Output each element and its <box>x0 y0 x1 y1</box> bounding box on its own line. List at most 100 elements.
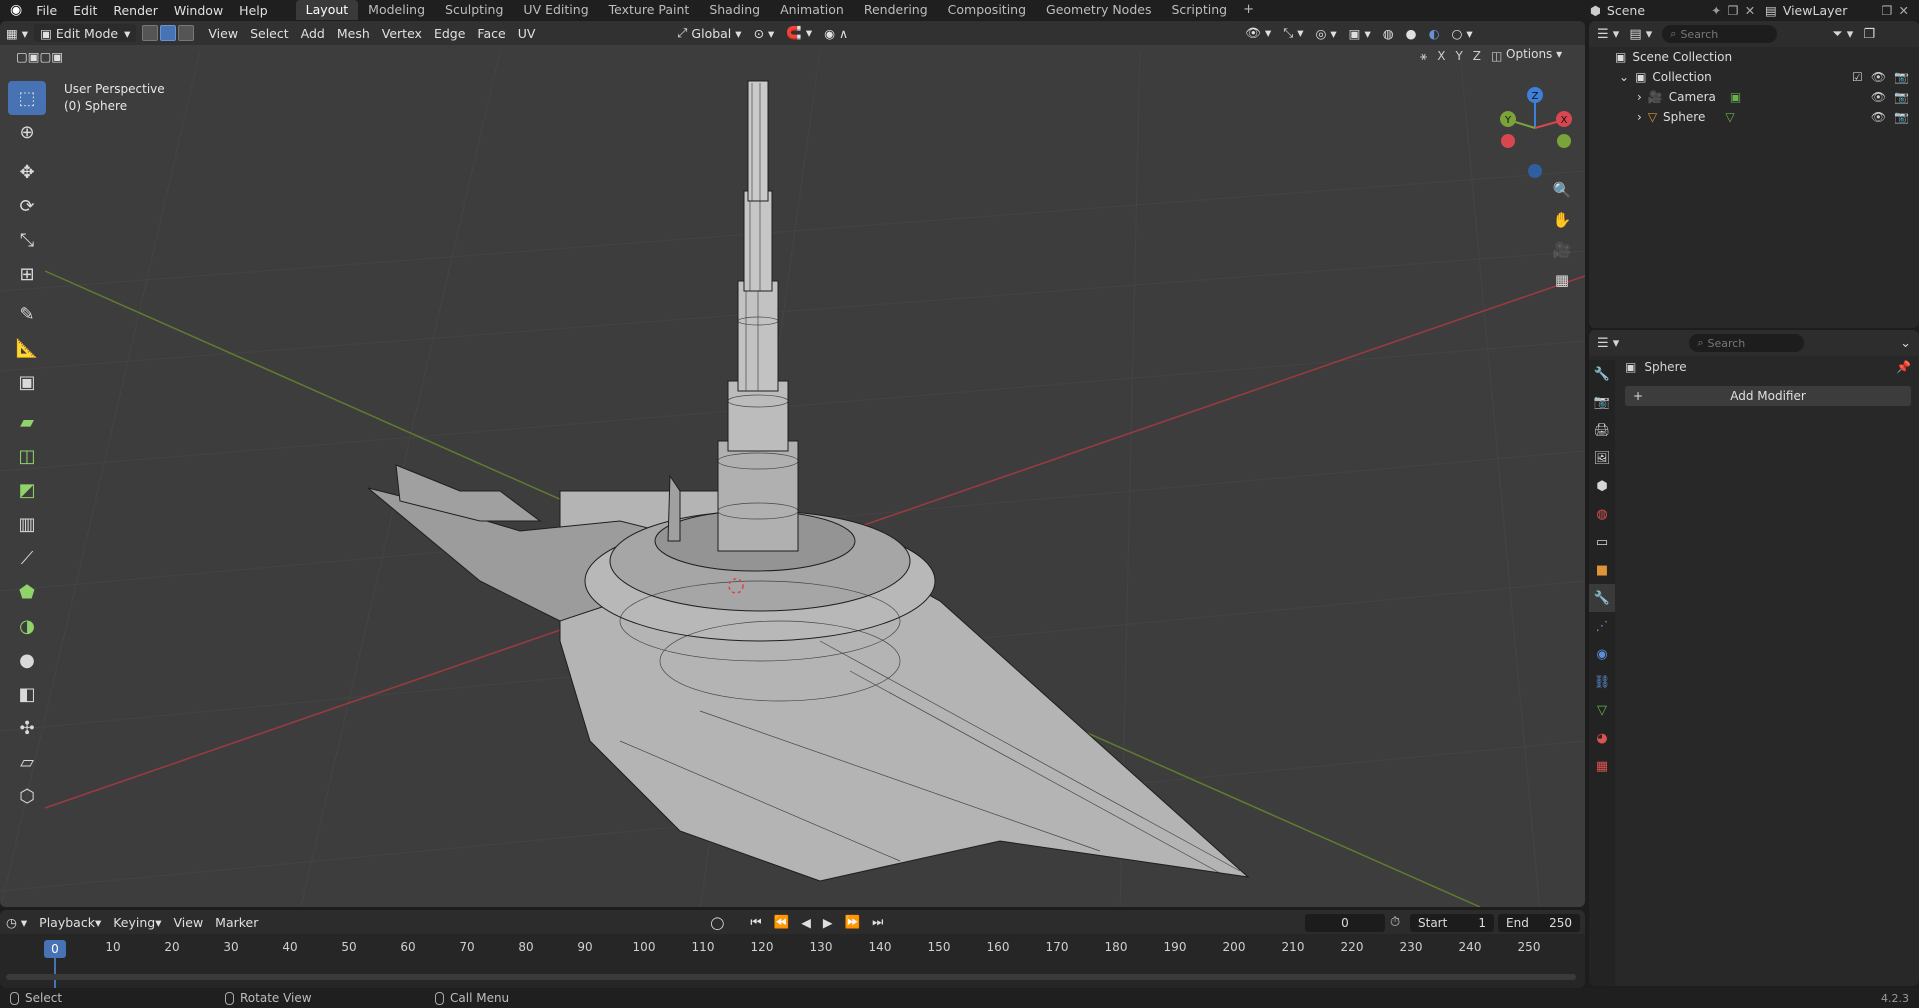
tab-sculpting[interactable]: Sculpting <box>435 0 513 20</box>
gizmo-toggle-icon[interactable]: ⤡ ▾ <box>1277 24 1309 42</box>
tab-rendering[interactable]: Rendering <box>854 0 938 20</box>
current-frame-field[interactable]: 0 <box>1305 914 1385 932</box>
inset-tool-icon[interactable]: ◫ <box>8 439 46 473</box>
xray-icon[interactable]: ▣ ▾ <box>1343 24 1377 42</box>
select-box-icon[interactable]: ▢▣▢▣ <box>10 47 69 65</box>
texture-tab-icon[interactable]: ▦ <box>1589 752 1615 780</box>
bevel-tool-icon[interactable]: ◩ <box>8 473 46 507</box>
play-reverse-icon[interactable]: ◀ <box>795 913 817 931</box>
mesh-data-icon[interactable]: ▽ <box>1725 110 1734 124</box>
outliner-row-camera[interactable]: › 🎥 Camera ▣ 👁 📷 <box>1589 87 1919 107</box>
timeline-editor-type-icon[interactable]: ◷ ▾ <box>0 913 33 931</box>
outliner-editor-type-icon[interactable]: ☰ ▾ <box>1597 27 1619 42</box>
outliner-search-input[interactable]: ⌕ Search <box>1662 25 1778 43</box>
visibility-icon[interactable]: 👁 ▾ <box>1239 24 1277 42</box>
expand-chevron-icon[interactable]: ⌄ <box>1619 70 1629 84</box>
shading-material-icon[interactable]: ◐ <box>1423 24 1446 42</box>
measure-tool-icon[interactable]: 📐 <box>8 331 46 365</box>
mirror-options-icon[interactable]: ⚹ <box>1420 49 1427 64</box>
auto-key-icon[interactable]: ◯ <box>704 913 730 931</box>
perspective-toggle-icon[interactable]: ▦ <box>1548 266 1576 294</box>
menu-help[interactable]: Help <box>231 3 276 18</box>
constraints-tab-icon[interactable]: ⛓ <box>1589 668 1615 696</box>
shading-solid-icon[interactable]: ● <box>1400 24 1423 42</box>
spin-tool-icon[interactable]: ◑ <box>8 609 46 643</box>
properties-search-input[interactable]: ⌕ Search <box>1689 334 1805 352</box>
scale-tool-icon[interactable]: ⤡ <box>8 223 46 257</box>
options-dropdown[interactable]: Options ▾ <box>1506 47 1562 61</box>
camera-render-icon[interactable]: 📷 <box>1894 70 1909 84</box>
cursor-tool-icon[interactable]: ⊕ <box>8 115 46 149</box>
add-cube-tool-icon[interactable]: ▣ <box>8 365 46 399</box>
overlay-icon[interactable]: ◎ ▾ <box>1310 24 1343 42</box>
eye-icon[interactable]: 👁 <box>1871 70 1886 84</box>
view-layer-selector[interactable]: ▤ ViewLayer ❐ ✕ <box>1765 0 1909 20</box>
pivot-icon[interactable]: ⊙ ▾ <box>748 24 781 42</box>
menu-edit[interactable]: Edit <box>65 3 105 18</box>
preview-range-icon[interactable]: ⏱ <box>1390 915 1400 930</box>
frame-ruler[interactable]: 0 10 20 30 40 50 60 70 80 90 100 110 120 130 140 150 160… <box>0 938 1585 960</box>
move-tool-icon[interactable]: ✥ <box>8 155 46 189</box>
menu-vertex[interactable]: Vertex <box>376 24 428 42</box>
menu-select[interactable]: Select <box>244 24 295 42</box>
mirror-z-toggle[interactable]: Z <box>1473 49 1481 64</box>
menu-file[interactable]: File <box>28 3 65 18</box>
new-scene-icon[interactable]: ❐ <box>1728 3 1739 18</box>
add-workspace-icon[interactable]: + <box>1237 0 1260 20</box>
properties-editor-type-icon[interactable]: ☰ ▾ <box>1597 336 1619 351</box>
menu-marker[interactable]: Marker <box>209 913 264 931</box>
menu-window[interactable]: Window <box>166 3 231 18</box>
eye-icon[interactable]: 👁 <box>1871 110 1886 124</box>
camera-data-icon[interactable]: ▣ <box>1730 90 1741 104</box>
menu-view[interactable]: View <box>202 24 244 42</box>
material-tab-icon[interactable]: ◕ <box>1589 724 1615 752</box>
scene-name[interactable]: Scene <box>1607 3 1645 18</box>
new-collection-icon[interactable]: ❐ <box>1863 27 1875 42</box>
start-frame-field[interactable]: Start 1 <box>1410 914 1494 932</box>
add-modifier-button[interactable]: + Add Modifier <box>1625 386 1911 406</box>
poly-build-tool-icon[interactable]: ⬟ <box>8 575 46 609</box>
pan-hand-icon[interactable]: ✋ <box>1548 206 1576 234</box>
jump-start-icon[interactable]: ⏮ <box>744 913 767 931</box>
play-icon[interactable]: ▶ <box>817 913 839 931</box>
tool-tab-icon[interactable]: 🔧 <box>1589 360 1615 388</box>
eye-icon[interactable]: 👁 <box>1871 90 1886 104</box>
tab-uv-editing[interactable]: UV Editing <box>513 0 598 20</box>
snap-icon[interactable]: 🧲 ▾ <box>780 24 818 42</box>
shear-tool-icon[interactable]: ▱ <box>8 745 46 779</box>
menu-edge[interactable]: Edge <box>428 24 471 42</box>
camera-render-icon[interactable]: 📷 <box>1894 110 1909 124</box>
annotate-tool-icon[interactable]: ✎ <box>8 297 46 331</box>
outliner-row-scene-collection[interactable]: ▣ Scene Collection <box>1589 47 1919 67</box>
viewport-scene[interactable] <box>0 21 1585 907</box>
collection-tab-icon[interactable]: ▭ <box>1589 528 1615 556</box>
filter-icon[interactable]: ⏷ ▾ <box>1832 27 1853 42</box>
blender-logo-icon[interactable]: ◉ <box>0 2 28 18</box>
data-tab-icon[interactable]: ▽ <box>1589 696 1615 724</box>
editor-type-icon[interactable]: ▦ ▾ <box>0 24 34 42</box>
tab-animation[interactable]: Animation <box>770 0 854 20</box>
menu-uv[interactable]: UV <box>512 24 542 42</box>
mirror-y-toggle[interactable]: Y <box>1455 49 1462 64</box>
menu-timeline-view[interactable]: View <box>168 913 210 931</box>
jump-end-icon[interactable]: ⏭ <box>866 913 889 931</box>
proportional-edit-icon[interactable]: ◉ ∧ <box>818 24 854 42</box>
chevron-down-icon[interactable]: ⌄ <box>1900 336 1911 351</box>
tab-modeling[interactable]: Modeling <box>358 0 435 20</box>
end-frame-field[interactable]: End 250 <box>1498 914 1580 932</box>
close-icon[interactable]: ✕ <box>1745 3 1755 18</box>
object-tab-icon[interactable]: ■ <box>1589 556 1615 584</box>
mirror-x-toggle[interactable]: X <box>1437 49 1445 64</box>
new-view-layer-icon[interactable]: ❐ <box>1881 3 1892 18</box>
tab-compositing[interactable]: Compositing <box>938 0 1036 20</box>
view-layer-tab-icon[interactable]: 🖼 <box>1589 444 1615 472</box>
mode-dropdown[interactable]: ▣ Edit Mode ▾ <box>34 24 137 42</box>
shading-wire-icon[interactable]: ◍ <box>1377 24 1400 42</box>
smooth-tool-icon[interactable]: ● <box>8 643 46 677</box>
tab-scripting[interactable]: Scripting <box>1161 0 1237 20</box>
close-view-layer-icon[interactable]: ✕ <box>1899 3 1909 18</box>
menu-face[interactable]: Face <box>471 24 511 42</box>
expand-chevron-icon[interactable]: › <box>1637 110 1642 124</box>
transform-tool-icon[interactable]: ⊞ <box>8 257 46 291</box>
transform-orientation-dropdown[interactable]: ⤢ Global ▾ <box>671 24 747 42</box>
